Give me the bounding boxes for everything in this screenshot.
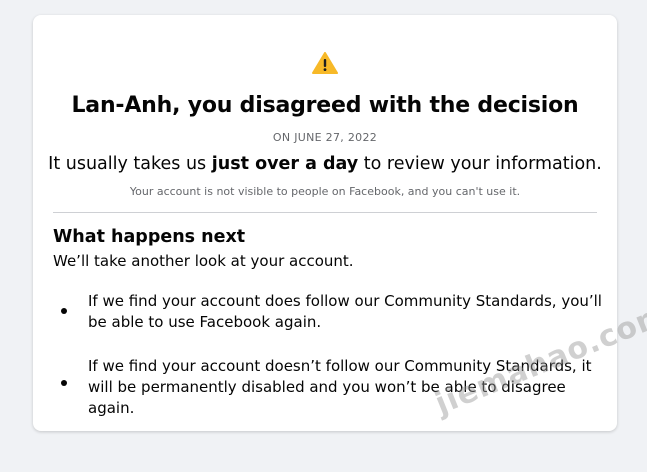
review-prefix: It usually takes us: [48, 154, 212, 174]
next-steps-intro: We’ll take another look at your account.: [53, 252, 354, 270]
decision-date: ON JUNE 27, 2022: [272, 131, 378, 144]
bullet-dot: [61, 380, 67, 386]
review-duration: just over a day: [211, 154, 359, 174]
divider: [53, 212, 597, 213]
next-steps-heading: What happens next: [53, 227, 246, 247]
list-item: If we find your account does follow our …: [88, 292, 602, 331]
review-time-text: It usually takes us just over a day to r…: [33, 154, 617, 174]
review-suffix: to review your information.: [358, 154, 602, 174]
page-title: Lan-Anh, you disagreed with the decision: [71, 93, 579, 118]
warning-icon: [312, 52, 338, 74]
bullet-dot: [61, 308, 67, 314]
account-visibility-note: Your account is not visible to people on…: [129, 185, 521, 198]
